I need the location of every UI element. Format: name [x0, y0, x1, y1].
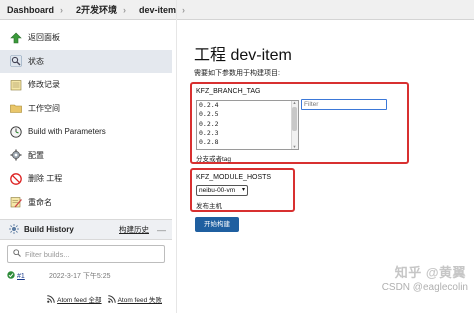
param-name: KFZ_MODULE_HOSTS [196, 174, 272, 181]
sidebar-item-label: 工作空间 [28, 103, 60, 113]
sidebar-item-label: 配置 [28, 150, 44, 160]
sidebar: 返回面板 状态 修改记录 工作空间 Build with Parameters … [0, 26, 172, 214]
build-history-panel: Build History 构建历史 — Filter builds... #1… [0, 219, 172, 304]
chevron-right-icon: › [123, 4, 127, 15]
sidebar-item-label: 返回面板 [28, 33, 60, 43]
breadcrumb-label[interactable]: dev-item [139, 5, 176, 15]
listbox-scrollbar[interactable]: ▲ ▼ [291, 101, 298, 149]
sidebar-item-workspace[interactable]: 工作空间 [0, 97, 172, 121]
scroll-down-icon[interactable]: ▼ [292, 145, 297, 149]
sidebar-item-configure[interactable]: 配置 [0, 144, 172, 168]
atom-feed-failed-link[interactable]: Atom feed 失败 [107, 294, 162, 304]
sidebar-item-label: 修改记录 [28, 80, 60, 90]
rss-icon [47, 295, 55, 303]
param-module-hosts: KFZ_MODULE_HOSTS neibu-00-vm ▾ 发布主机 [190, 168, 295, 212]
branch-tag-listbox[interactable]: 0.2.4 0.2.5 0.2.2 0.2.3 0.2.8 ▲ ▼ [196, 100, 299, 150]
scroll-up-icon[interactable]: ▲ [292, 101, 297, 105]
sun-icon [9, 223, 19, 236]
list-option[interactable]: 0.2.4 [197, 101, 298, 110]
no-entry-icon [9, 172, 22, 185]
success-check-icon [7, 271, 15, 281]
breadcrumb-env[interactable]: 2开发环境 › [68, 0, 131, 19]
list-option[interactable]: 0.2.2 [197, 120, 298, 129]
breadcrumb-dashboard[interactable]: Dashboard › [0, 0, 68, 19]
build-history-title: Build History [24, 225, 74, 234]
sidebar-item-build-with-parameters[interactable]: Build with Parameters [0, 120, 172, 144]
param-description: 分支或者tag [196, 156, 232, 163]
up-arrow-icon [9, 31, 22, 44]
rss-icon [107, 295, 116, 303]
watermark: 知乎 @黄翼 [394, 265, 466, 280]
gear-icon [9, 149, 22, 162]
notepad-icon [9, 78, 22, 91]
branch-filter-input[interactable]: Filter [301, 99, 387, 110]
sidebar-item-delete-project[interactable]: 删除 工程 [0, 167, 172, 191]
atom-feed-all-link[interactable]: Atom feed 全部 [47, 294, 102, 304]
watermark: CSDN @eaglecolin [381, 282, 468, 293]
list-option[interactable]: 0.2.3 [197, 129, 298, 138]
folder-icon [9, 102, 22, 115]
breadcrumb-label[interactable]: 2开发环境 [76, 3, 117, 16]
list-option[interactable]: 0.2.5 [197, 110, 298, 119]
chevron-right-icon: › [60, 4, 64, 15]
parameters-description: 需要如下参数用于构建项目: [194, 70, 280, 77]
sidebar-item-changes[interactable]: 修改记录 [0, 73, 172, 97]
sidebar-item-rename[interactable]: 重命名 [0, 191, 172, 215]
filter-placeholder: Filter builds... [25, 249, 70, 259]
build-row[interactable]: #1 2022-3-17 下午5:25 [0, 270, 172, 282]
feed-label[interactable]: Atom feed 全部 [57, 294, 101, 304]
sidebar-item-label: 状态 [28, 56, 44, 66]
build-filter-input[interactable]: Filter builds... [7, 245, 165, 263]
start-build-button[interactable]: 开始构建 [195, 217, 239, 232]
param-description: 发布主机 [196, 203, 222, 210]
feed-links: Atom feed 全部 Atom feed 失败 [0, 294, 172, 304]
build-date[interactable]: 2022-3-17 下午5:25 [49, 271, 110, 281]
sidebar-item-back[interactable]: 返回面板 [0, 26, 172, 50]
collapse-button[interactable]: — [157, 225, 166, 235]
magnifier-icon [9, 55, 22, 68]
sidebar-item-label: 重命名 [28, 197, 52, 207]
select-value: neibu-00-vm [199, 187, 236, 194]
breadcrumb-label[interactable]: Dashboard [7, 5, 54, 15]
module-hosts-select[interactable]: neibu-00-vm ▾ [196, 185, 248, 196]
sidebar-item-status[interactable]: 状态 [0, 49, 172, 73]
search-icon [13, 249, 21, 259]
build-number-link[interactable]: #1 [17, 273, 41, 280]
build-history-trend-link[interactable]: 构建历史 [119, 224, 149, 235]
param-name: KFZ_BRANCH_TAG [196, 88, 261, 95]
list-option[interactable]: 0.2.8 [197, 138, 298, 147]
page-title: 工程 dev-item [194, 47, 292, 64]
sidebar-item-label: 删除 工程 [28, 174, 63, 184]
clock-icon [9, 125, 22, 138]
build-history-header: Build History 构建历史 — [0, 219, 172, 240]
notepad-pencil-icon [9, 196, 22, 209]
param-branch-tag: KFZ_BRANCH_TAG 0.2.4 0.2.5 0.2.2 0.2.3 0… [190, 82, 409, 164]
chevron-down-icon: ▾ [241, 187, 245, 193]
feed-label[interactable]: Atom feed 失败 [118, 294, 162, 304]
scrollbar-thumb[interactable] [292, 107, 297, 131]
sidebar-item-label: Build with Parameters [28, 127, 106, 137]
